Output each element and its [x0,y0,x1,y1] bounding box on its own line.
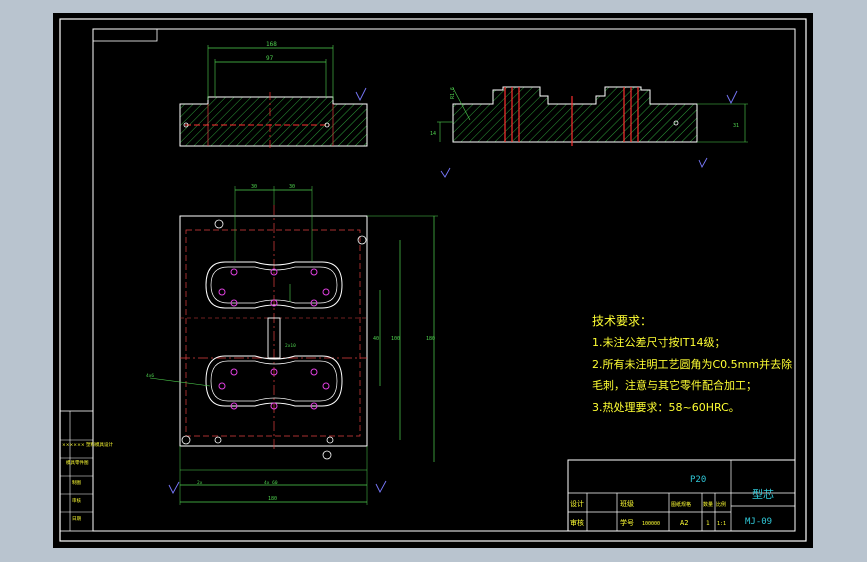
dim-top-right-b: 14 [430,131,436,137]
label-scale: 比例 [716,501,726,508]
tech-heading: 技术要求： [592,314,652,328]
tech-line-3: 毛刺，注意与其它零件配合加工； [592,378,757,392]
dim-plan-bottom-a: 2x [197,480,203,486]
drawing-background [53,13,813,548]
tech-line-1: 1.未注公差尺寸按IT14级； [592,335,725,349]
label-qty: 数量 [703,501,713,508]
dim-top-right-c: 31 [733,123,739,129]
dim-plan-h3: 180 [426,336,435,342]
dim-plan-w1: 30 [251,184,257,190]
label-review: 审核 [570,518,584,527]
label-class: 班级 [620,499,634,508]
dim-top-right-a: R1.6 [450,87,456,99]
dim-plan-bottom-b: 4x 60 [264,480,278,486]
strip-label-2: 模具零件图 [66,459,89,466]
value-qty: 1 [706,520,710,527]
title-drawing-no: MJ-09 [745,517,772,527]
strip-label-1: ×××××× 塑料模具设计 [62,441,114,448]
strip-label-5: 日期 [72,516,81,522]
dim-plan-h4: 2x10 [285,343,296,349]
tech-line-2: 2.所有未注明工艺圆角为C0.5mm并去除 [592,357,792,371]
dim-plan-w2: 30 [289,184,295,190]
dim-top-left-inner: 97 [266,55,274,62]
label-designer: 设计 [570,499,584,508]
strip-label-3: 制图 [72,479,81,486]
cad-drawing-canvas: ×××××× 塑料模具设计 模具零件图 制图 审核 日期 168 97 R1.6… [53,13,813,548]
value-sheet-size: A2 [680,519,688,527]
dim-plan-bottom-total: 180 [268,496,277,502]
tech-line-4: 3.热处理要求：58~60HRC。 [592,401,740,414]
label-sheet: 图纸规格 [671,501,691,508]
value-no: 100000 [642,521,660,527]
dim-top-left-width: 168 [266,41,277,48]
dim-plan-h2: 100 [391,336,400,342]
title-material: P20 [690,475,706,485]
dim-plan-h1: 40 [373,336,379,342]
strip-label-4: 审核 [72,497,81,504]
value-scale: 1:1 [717,521,726,527]
label-student-no: 学号 [620,518,634,527]
title-part-name: 型芯 [752,487,774,501]
dim-plan-callout: 4x6 [146,373,154,379]
